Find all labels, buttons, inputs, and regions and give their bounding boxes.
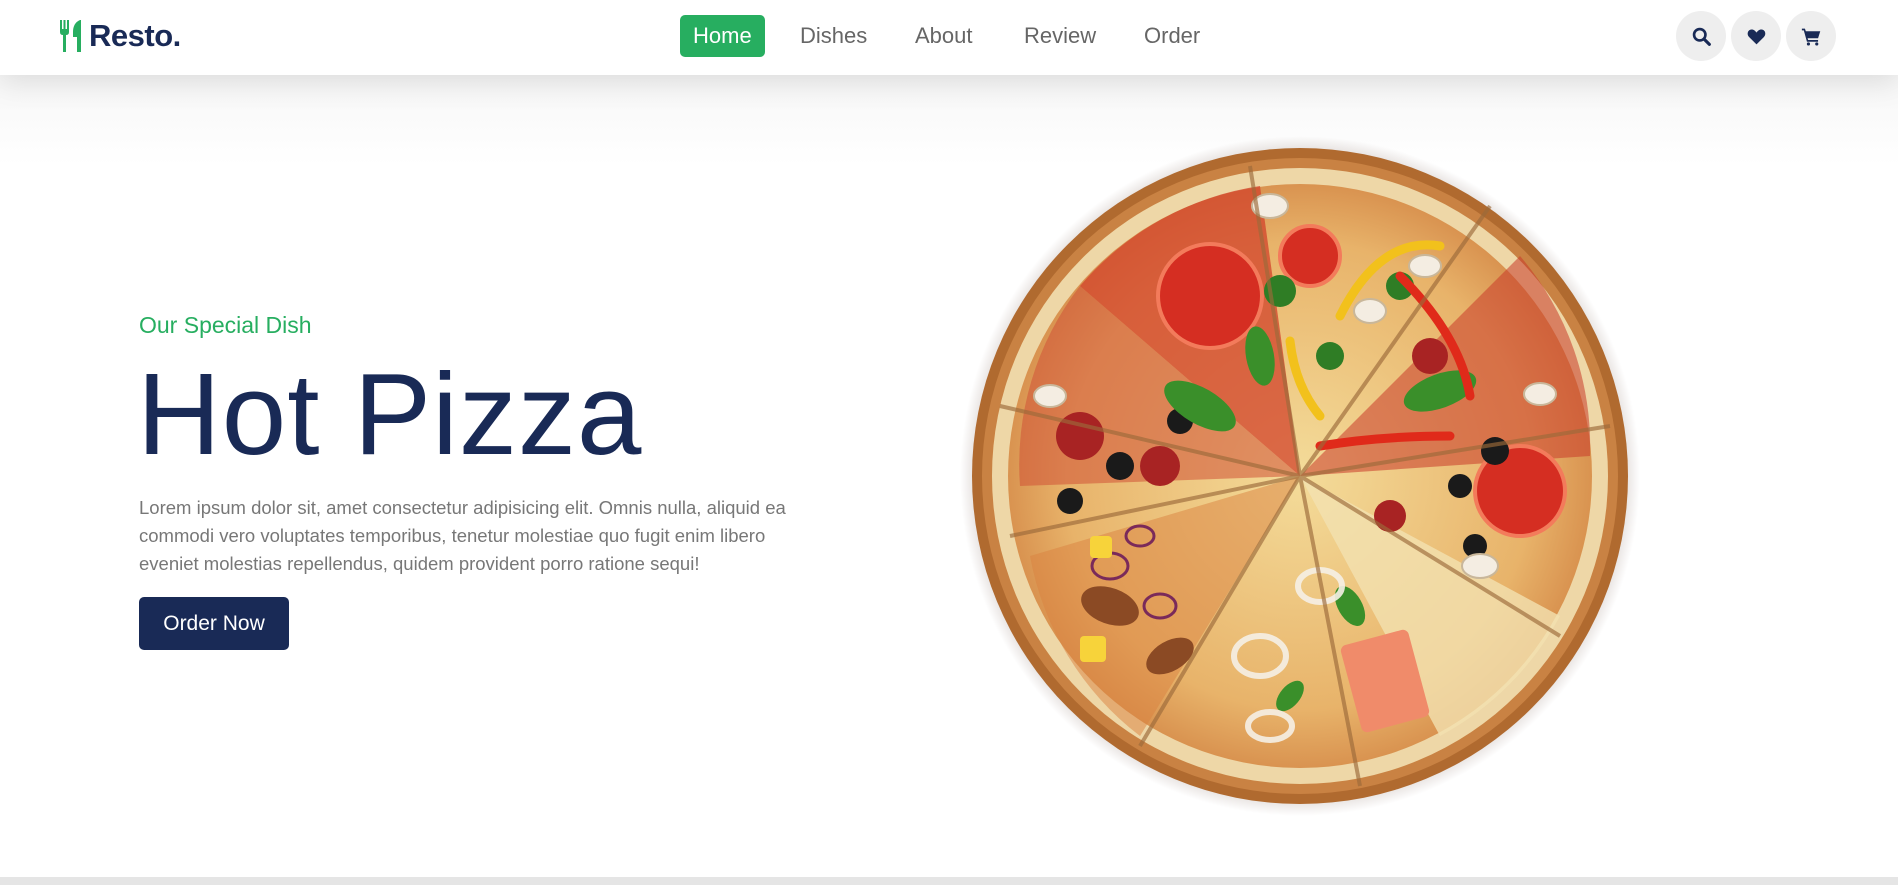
- nav-review[interactable]: Review: [1024, 15, 1096, 57]
- search-icon: [1692, 27, 1711, 46]
- site-header: Resto. Home Dishes About Review Order: [0, 0, 1898, 75]
- nav-order[interactable]: Order: [1144, 15, 1200, 57]
- section-divider: [0, 877, 1898, 885]
- logo[interactable]: Resto.: [58, 16, 181, 56]
- cart-button[interactable]: [1786, 11, 1836, 61]
- hero-description: Lorem ipsum dolor sit, amet consectetur …: [139, 497, 786, 574]
- utensils-icon: [60, 20, 81, 52]
- heart-icon: [1747, 29, 1765, 44]
- nav-about[interactable]: About: [915, 15, 973, 57]
- hero-title: Hot Pizza: [137, 349, 643, 479]
- hero-subtitle: Our Special Dish: [139, 312, 312, 338]
- pizza-image: [960, 136, 1640, 816]
- favorites-button[interactable]: [1731, 11, 1781, 61]
- order-now-button[interactable]: Order Now: [139, 597, 289, 650]
- cart-icon: [1801, 28, 1820, 46]
- logo-text: Resto.: [89, 18, 181, 53]
- nav-home[interactable]: Home: [680, 15, 765, 57]
- search-button[interactable]: [1676, 11, 1726, 61]
- nav-dishes[interactable]: Dishes: [800, 15, 867, 57]
